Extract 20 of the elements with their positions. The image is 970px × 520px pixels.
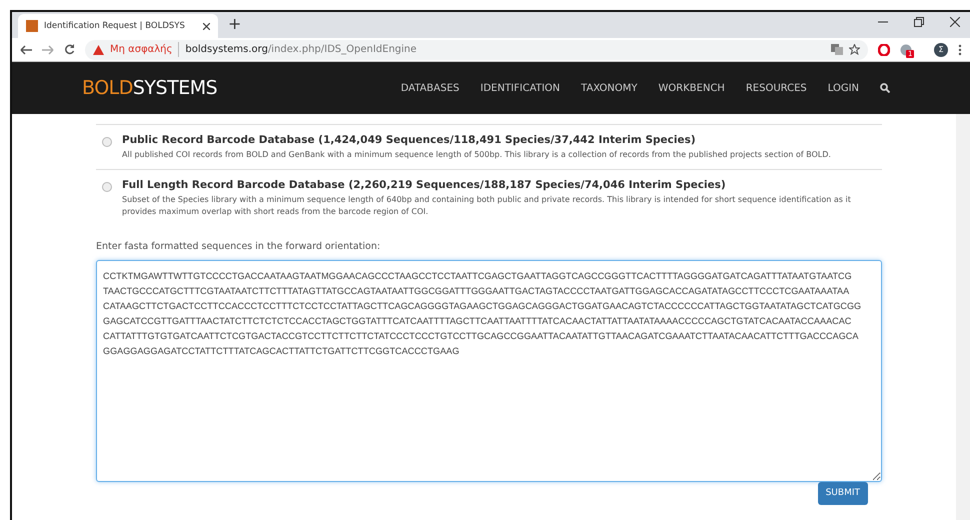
nav-link[interactable]: TAXONOMY — [581, 80, 638, 96]
database-description: Subset of the Species library with a minimum sequence length of 640bp and containing both public and private records. This library is intended for short sequence identification as it provides maximum overlap with short reads from the barcode region of COI. — [122, 194, 852, 218]
field-label: Enter fasta formatted sequences in the forward orientation: — [96, 240, 382, 254]
database-title: Full Length Record Barcode Database (2,260,219 Sequences/188,187 Species/74,046 Interim Species) — [122, 178, 727, 193]
site-logo[interactable]: BOLDSYSTEMS — [82, 74, 218, 102]
url-text: boldsystems.org/index.php/IDS_OpenIdEngine — [185, 43, 417, 57]
nav-link[interactable]: DATABASES — [400, 80, 460, 96]
nav-link[interactable]: WORKBENCH — [658, 80, 725, 96]
address-bar[interactable]: Μη ασφαλής boldsystems.org/index.php/IDS_OpenIdEngine — [85, 40, 868, 60]
nav-link[interactable]: LOGIN — [828, 80, 859, 96]
profile-avatar[interactable]: Σ — [934, 42, 948, 56]
nav-link[interactable]: RESOURCES — [746, 80, 807, 96]
sequence-input-field[interactable]: CCTKTMGAWTTWTTGTCCCCTGACCAATAAGTAATMGGAACAGCCCTAAGCCTCCTAATTCGAGCTGAATTAGGTCAGCCGGGTTCACTTTTAGGGGATGATCAGATTTATAATGTAATCG TAACTGCCCATGCTTTCGTAATAATCTTCTTTATAGTTATGCCAGTAATAATTGGCGGATTTGGGAATTGACTAGTACCCCTAATGATTGGAGCACCAGATATAGCCTTCCCTCGAATAAATAA CATAAGCTTCTGACTCCTTCCACCCTCCTTTCTCCTCCTATTAGCTTCAGCAGGGGTAGAAGCTGGAGCAGGGACTGGATGAACAGTCTACCCCCCATTAGCTGGTAATATAGCTCATGCGG GAGCATCCGTTGATTTAACTATCTTCTCTCTCCACCTAGCTGGTATTTCATCAATTTTAGCTTCAATTAATTTTATCACAACTATTATTAATATAAAACCCCCAGCTGTATCACAATACCAAACAC CATTATTTGTGTGATCAATTCTCGTGACTACCGTCCTTCTTCTTCTATCCCTCCCTGTCCTTGCAGCCGGAATTACAATATTGTTAACAGATCGAAATCTTAATACAACATTCTTTGACCCAGCA GGAGGAGGAGATCCTATTCTTTATCAGCACTTATTCTGATTCTTCGGTCACCCTGAAG — [96, 260, 882, 482]
submit-button[interactable]: SUBMIT — [818, 482, 868, 506]
browser-tab[interactable]: Identification Request | BOLDSYS — [18, 14, 218, 38]
new-tab-button[interactable]: + — [218, 12, 252, 38]
database-title: Public Record Barcode Database (1,424,049 Sequences/118,491 Species/37,442 Interim Species) — [122, 133, 697, 148]
database-description: All published COI records from BOLD and GenBank with a minimum sequence length of 500bp. This library is a collection of records from the published projects section of BOLD. — [122, 148, 831, 161]
security-warning: Μη ασφαλής — [110, 42, 180, 57]
nav-link[interactable]: IDENTIFICATION — [480, 80, 560, 96]
